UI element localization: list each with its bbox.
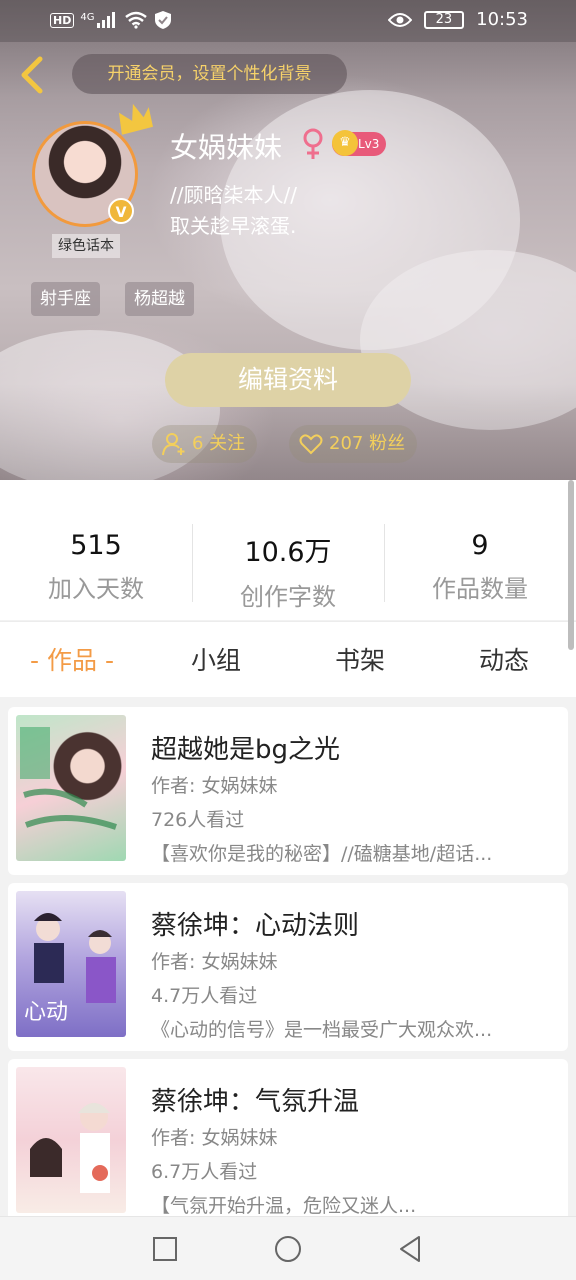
stat-label: 作品数量: [432, 575, 528, 603]
book-cover: [16, 1067, 126, 1213]
work-title: 蔡徐坤：心动法则: [151, 911, 360, 941]
level-crown-icon: ♛: [332, 130, 358, 156]
work-card[interactable]: 超越她是bg之光 作者: 女娲妹妹 726人看过 【喜欢你是我的秘密】//磕糖基…: [8, 707, 568, 875]
battery-indicator: 23: [423, 10, 465, 29]
vip-background-banner[interactable]: 开通会员，设置个性化背景: [72, 54, 347, 94]
person-add-icon: [162, 433, 185, 456]
tab-bookshelf[interactable]: 书架: [288, 622, 432, 697]
stat-works-count: 9 作品数量: [384, 480, 576, 620]
stats-bar: 515 加入天数 10.6万 创作字数 9 作品数量: [0, 480, 576, 620]
bio-line-1: //顾晗柒本人//: [170, 183, 297, 207]
followers-button[interactable]: 207 粉丝: [289, 425, 418, 463]
tab-groups[interactable]: 小组: [144, 622, 288, 697]
edit-profile-button[interactable]: 编辑资料: [165, 353, 411, 407]
svg-text:心动: 心动: [24, 1000, 68, 1025]
recent-apps-icon[interactable]: [149, 1233, 181, 1265]
home-icon[interactable]: [272, 1233, 304, 1265]
stat-word-count: 10.6万 创作字数: [192, 480, 384, 620]
eye-icon: [387, 12, 412, 27]
scrollbar[interactable]: [568, 480, 574, 650]
work-title: 蔡徐坤：气氛升温: [151, 1087, 360, 1117]
tag-idol[interactable]: 杨超越: [125, 282, 194, 316]
wifi-icon: [125, 11, 148, 29]
clock: 10:53: [476, 9, 528, 30]
stat-label: 创作字数: [240, 583, 336, 611]
work-description: 【喜欢你是我的秘密】//磕糖基地/超话...: [151, 843, 493, 865]
network-type: HD: [50, 12, 75, 28]
stat-value: 10.6万: [244, 537, 332, 568]
stat-days-joined: 515 加入天数: [0, 480, 192, 620]
following-count: 6 关注: [192, 433, 246, 454]
work-card[interactable]: 心动 蔡徐坤：心动法则 作者: 女娲妹妹 4.7万人看过 《心动的信号》是一档最…: [8, 883, 568, 1051]
work-author: 作者: 女娲妹妹: [151, 1127, 278, 1149]
back-arrow-icon[interactable]: [14, 55, 50, 95]
signal-icon: 4G: [80, 12, 118, 28]
bio: //顾晗柒本人// 取关趁早滚蛋.: [170, 180, 297, 242]
stat-value: 9: [471, 530, 489, 561]
stat-value: 515: [70, 530, 122, 561]
works-list: 超越她是bg之光 作者: 女娲妹妹 726人看过 【喜欢你是我的秘密】//磕糖基…: [0, 697, 576, 1217]
back-icon[interactable]: [395, 1233, 427, 1265]
work-title: 超越她是bg之光: [151, 735, 341, 765]
female-gender-icon: [303, 128, 323, 159]
work-description: 《心动的信号》是一档最受广大观众欢...: [151, 1019, 493, 1041]
tab-works[interactable]: - 作品 -: [0, 622, 144, 697]
profile-tabs: - 作品 - 小组 书架 动态: [0, 621, 576, 697]
status-bar: HD 4G 23 10:53: [0, 0, 576, 42]
avatar-caption: 绿色话本: [52, 234, 120, 258]
work-description: 【气氛开始升温，危险又迷人...: [151, 1195, 417, 1217]
work-card[interactable]: 蔡徐坤：气氛升温 作者: 女娲妹妹 6.7万人看过 【气氛开始升温，危险又迷人.…: [8, 1059, 568, 1217]
work-views: 6.7万人看过: [151, 1161, 258, 1183]
book-cover: [16, 715, 126, 861]
book-cover: 心动: [16, 891, 126, 1037]
tab-activity[interactable]: 动态: [432, 622, 576, 697]
crown-icon: [118, 103, 153, 135]
verified-badge: V: [108, 198, 134, 224]
nickname: 女娲妹妹: [170, 131, 283, 164]
work-views: 4.7万人看过: [151, 985, 258, 1007]
system-navigation-bar: [0, 1216, 576, 1280]
shield-icon: [155, 11, 172, 29]
following-button[interactable]: 6 关注: [152, 425, 258, 463]
work-views: 726人看过: [151, 809, 245, 831]
work-author: 作者: 女娲妹妹: [151, 775, 278, 797]
bio-line-2: 取关趁早滚蛋.: [170, 214, 297, 238]
work-author: 作者: 女娲妹妹: [151, 951, 278, 973]
tag-zodiac[interactable]: 射手座: [31, 282, 100, 316]
followers-count: 207 粉丝: [329, 433, 406, 454]
stat-label: 加入天数: [48, 575, 144, 603]
heart-icon: [299, 434, 323, 455]
